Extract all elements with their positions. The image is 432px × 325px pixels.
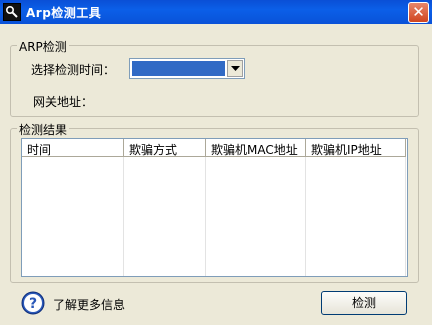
column-header-spoofer-mac[interactable]: 欺骗机MAC地址	[206, 139, 306, 157]
column-header-spoof-method[interactable]: 欺骗方式	[124, 139, 206, 157]
detect-time-label: 选择检测时间：	[31, 63, 116, 77]
title-bar: Arp检测工具 ✕	[0, 0, 432, 24]
results-list[interactable]: 时间 欺骗方式 欺骗机MAC地址 欺骗机IP地址	[21, 138, 408, 277]
close-button[interactable]: ✕	[408, 2, 429, 23]
window-title: Arp检测工具	[26, 6, 102, 20]
magnifier-icon	[3, 3, 21, 21]
results-legend: 检测结果	[17, 121, 70, 138]
results-header: 时间 欺骗方式 欺骗机MAC地址 欺骗机IP地址	[22, 139, 407, 157]
svg-text:?: ?	[29, 296, 37, 312]
column-header-time[interactable]: 时间	[22, 139, 124, 157]
column-divider	[205, 157, 206, 276]
column-divider	[123, 157, 124, 276]
arp-detect-legend: ARP检测	[17, 38, 69, 55]
gateway-address-label: 网关地址：	[33, 95, 94, 109]
detect-button[interactable]: 检测	[321, 291, 407, 315]
detect-time-dropdown[interactable]	[129, 58, 245, 79]
help-icon[interactable]: ?	[21, 291, 45, 315]
column-header-spoofer-ip[interactable]: 欺骗机IP地址	[306, 139, 406, 157]
column-divider	[305, 157, 306, 276]
more-info-link[interactable]: 了解更多信息	[53, 296, 125, 313]
column-divider	[405, 157, 406, 276]
chevron-down-icon[interactable]	[227, 60, 243, 77]
detect-time-value	[132, 61, 225, 76]
